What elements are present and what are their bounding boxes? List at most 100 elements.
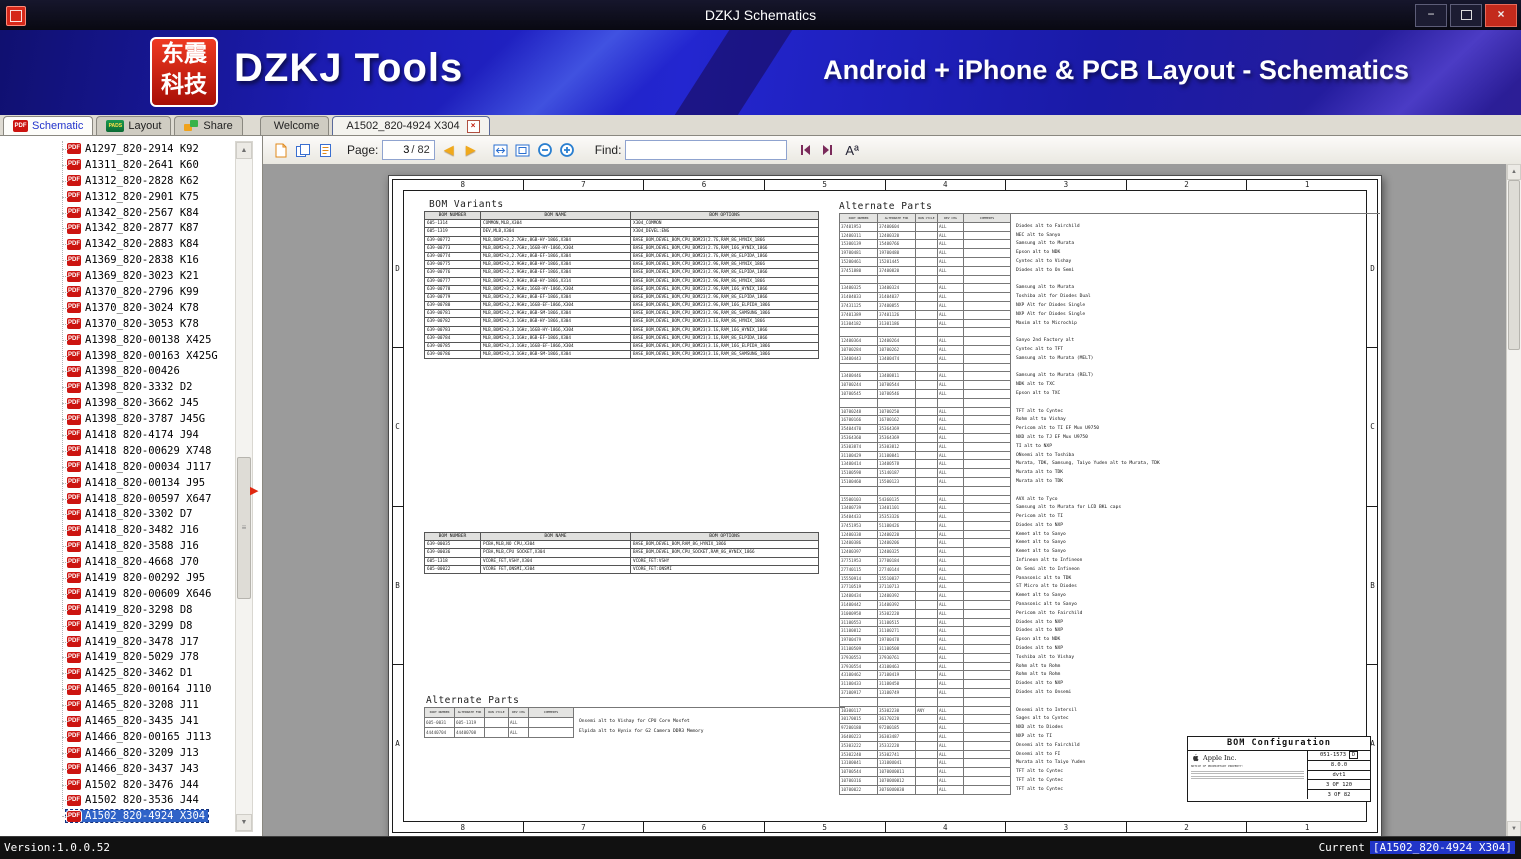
sidebar-item[interactable]: PDF A1398_820-3787 J45G bbox=[0, 411, 234, 427]
sidebar-item-label: A1419_820-5029 J78 bbox=[85, 651, 199, 664]
sidebar-item[interactable]: PDF A1465_820-3208 J11 bbox=[0, 697, 234, 713]
sidebar-item[interactable]: PDF A1418 820-00629 X748 bbox=[0, 443, 234, 459]
sidebar-item[interactable]: PDF A1418_820-4668 J70 bbox=[0, 554, 234, 570]
sidebar-item[interactable]: PDF A1312_820-2828 K62 bbox=[0, 173, 234, 189]
table-header-row: PART NUMBER ALTERNATE FOR RUN CYCLE REV … bbox=[840, 214, 1380, 223]
continuous-pages-view-icon[interactable] bbox=[315, 139, 335, 161]
sidebar-item[interactable]: PDF A1502 820-3476 J44 bbox=[0, 777, 234, 793]
fit-width-button[interactable] bbox=[491, 139, 511, 161]
sidebar-item[interactable]: PDF A1369_820-3023 K21 bbox=[0, 268, 234, 284]
sidebar-item[interactable]: PDF A1466_820-3209 J13 bbox=[0, 745, 234, 761]
sidebar-item[interactable]: PDF A1369_820-2838 K16 bbox=[0, 252, 234, 268]
tab-label: Schematic bbox=[32, 120, 84, 132]
logo-text-line2: 科技 bbox=[161, 72, 207, 98]
zone-label: 2 bbox=[1125, 822, 1247, 833]
viewer-scrollbar[interactable]: ▲ ▼ bbox=[1506, 164, 1521, 837]
sidebar-item[interactable]: PDF A1466_820-00165 J113 bbox=[0, 729, 234, 745]
sidebar-item[interactable]: PDF A1398_820-3662 J45 bbox=[0, 395, 234, 411]
scroll-thumb[interactable]: ≡ bbox=[237, 457, 251, 599]
table-row: 15100598 15140187 ALL Murata alt to TDK bbox=[840, 469, 1380, 478]
sidebar-item[interactable]: PDF A1418_820-3302 D7 bbox=[0, 506, 234, 522]
sidebar-item[interactable]: PDF A1311_820-2641 K60 bbox=[0, 157, 234, 173]
zoom-in-button[interactable] bbox=[557, 139, 577, 161]
document-canvas[interactable]: 87654321 87654321 DCBA DCBA BOM Variants… bbox=[263, 164, 1507, 837]
sidebar-item[interactable]: PDF A1398_820-00163 X425G bbox=[0, 348, 234, 364]
sidebar-item[interactable]: PDF A1370_820-3024 K78 bbox=[0, 300, 234, 316]
tab-schematic[interactable]: PDF Schematic bbox=[3, 116, 94, 135]
sidebar-item[interactable]: PDF A1419_820-5029 J78 bbox=[0, 650, 234, 666]
sidebar-item[interactable]: PDF A1419_820-3298 D8 bbox=[0, 602, 234, 618]
page-input[interactable] bbox=[387, 144, 410, 156]
sidebar-item[interactable]: PDF A1418_820-00134 J95 bbox=[0, 475, 234, 491]
text-size-button[interactable]: Aª bbox=[845, 143, 858, 158]
scroll-down-button[interactable]: ▼ bbox=[1507, 821, 1521, 837]
minimize-button[interactable]: − bbox=[1415, 4, 1447, 27]
find-input[interactable] bbox=[626, 144, 787, 156]
sidebar-item[interactable]: PDF A1419 820-00292 J95 bbox=[0, 570, 234, 586]
doc-tab-welcome[interactable]: Welcome bbox=[259, 116, 330, 135]
table-row: 12400397 12400325 ALL Kemet alt to Sanyo bbox=[840, 548, 1380, 558]
tab-layout[interactable]: PADS Layout bbox=[96, 116, 172, 135]
facing-pages-view-icon[interactable] bbox=[293, 139, 313, 161]
build-stage: dvt1 bbox=[1308, 771, 1370, 781]
sidebar-item[interactable]: PDF A1342_820-2883 K84 bbox=[0, 236, 234, 252]
sidebar-item[interactable]: PDF A1370_820-2796 K99 bbox=[0, 284, 234, 300]
sidebar-item[interactable]: PDF A1466_820-3437 J43 bbox=[0, 761, 234, 777]
sidebar-item-label: A1418_820-3588 J16 bbox=[85, 540, 199, 553]
table-row: 37451880 37400820 ALL Diodes alt to On S… bbox=[840, 266, 1380, 276]
share-icon bbox=[184, 120, 199, 132]
sidebar-item[interactable]: PDF A1502_820-4924 X304 bbox=[0, 808, 234, 824]
sidebar-item[interactable]: PDF A1419_820-3299 D8 bbox=[0, 618, 234, 634]
sidebar-item[interactable]: PDF A1418_820-3482 J16 bbox=[0, 522, 234, 538]
scroll-thumb[interactable] bbox=[1508, 180, 1520, 350]
fit-page-button[interactable] bbox=[513, 139, 533, 161]
scroll-down-button[interactable]: ▼ bbox=[236, 814, 252, 831]
sidebar-item[interactable]: PDF A1418_820-00597 X647 bbox=[0, 491, 234, 507]
sidebar-item[interactable]: PDF A1419 820-00609 X646 bbox=[0, 586, 234, 602]
zoom-out-button[interactable] bbox=[535, 139, 555, 161]
pdf-icon: PDF bbox=[67, 699, 81, 711]
table-row: 37930554 43100463 ALL Rohm alt to Rohm bbox=[840, 662, 1380, 672]
sidebar-item[interactable]: PDF A1465_820-00164 J110 bbox=[0, 681, 234, 697]
sidebar-item[interactable]: PDF A1425_820-3462 D1 bbox=[0, 665, 234, 681]
zone-label: A bbox=[392, 663, 403, 822]
prev-page-button[interactable]: ◀ bbox=[439, 139, 459, 161]
sidebar-item[interactable]: PDF A1342_820-2567 K84 bbox=[0, 205, 234, 221]
sidebar-item[interactable]: PDF A1465_820-3435 J41 bbox=[0, 713, 234, 729]
sidebar-item[interactable]: PDF A1342_820-2877 K87 bbox=[0, 220, 234, 236]
sidebar-item[interactable]: PDF A1398_820-00138 X425 bbox=[0, 332, 234, 348]
pdf-icon: PDF bbox=[66, 809, 82, 823]
app-icon bbox=[6, 6, 26, 26]
maximize-button[interactable] bbox=[1450, 4, 1482, 27]
doc-tab-active[interactable]: A1502_820-4924 X304 × bbox=[332, 116, 490, 135]
sidebar-item[interactable]: PDF A1419_820-3478 J17 bbox=[0, 634, 234, 650]
sidebar-item[interactable]: PDF A1502 820-3536 J44 bbox=[0, 793, 234, 809]
table-row: 12400386 12400206 ALL Kemet alt to Sanyo bbox=[840, 539, 1380, 549]
sidebar-collapse-handle[interactable]: ▶ bbox=[250, 486, 258, 497]
sidebar-item[interactable]: PDF A1370_820-3053 K78 bbox=[0, 316, 234, 332]
pdf-icon: PDF bbox=[67, 477, 81, 489]
zone-label: 3 bbox=[1005, 822, 1126, 833]
scroll-up-button[interactable]: ▲ bbox=[236, 142, 252, 159]
tab-label: Layout bbox=[128, 120, 162, 132]
tab-close-icon[interactable]: × bbox=[466, 119, 480, 133]
single-page-view-icon[interactable] bbox=[271, 139, 291, 161]
tagline: Android + iPhone & PCB Layout - Schemati… bbox=[823, 55, 1409, 85]
next-page-button[interactable]: ▶ bbox=[461, 139, 481, 161]
sidebar-item[interactable]: PDF A1297_820-2914 K92 bbox=[0, 141, 234, 157]
company-name: Apple Inc. bbox=[1203, 754, 1237, 762]
tab-share[interactable]: Share bbox=[174, 116, 243, 135]
page-number: 3 OF 82 bbox=[1327, 791, 1351, 798]
sidebar-item[interactable]: PDF A1418_820-3588 J16 bbox=[0, 538, 234, 554]
sidebar-item[interactable]: PDF A1398_820-3332 D2 bbox=[0, 379, 234, 395]
sidebar-item[interactable]: PDF A1312_820-2901 K75 bbox=[0, 189, 234, 205]
find-next-button[interactable] bbox=[817, 139, 837, 161]
sidebar-item[interactable]: PDF A1398_820-00426 bbox=[0, 363, 234, 379]
zone-label: 1 bbox=[1246, 822, 1367, 833]
sidebar-item[interactable]: PDF A1418 820-4174 J94 bbox=[0, 427, 234, 443]
pdf-icon: PDF bbox=[67, 747, 81, 759]
find-previous-button[interactable] bbox=[795, 139, 815, 161]
sidebar-item[interactable]: PDF A1418_820-00034 J117 bbox=[0, 459, 234, 475]
close-button[interactable]: × bbox=[1485, 4, 1517, 27]
scroll-up-button[interactable]: ▲ bbox=[1507, 164, 1521, 180]
